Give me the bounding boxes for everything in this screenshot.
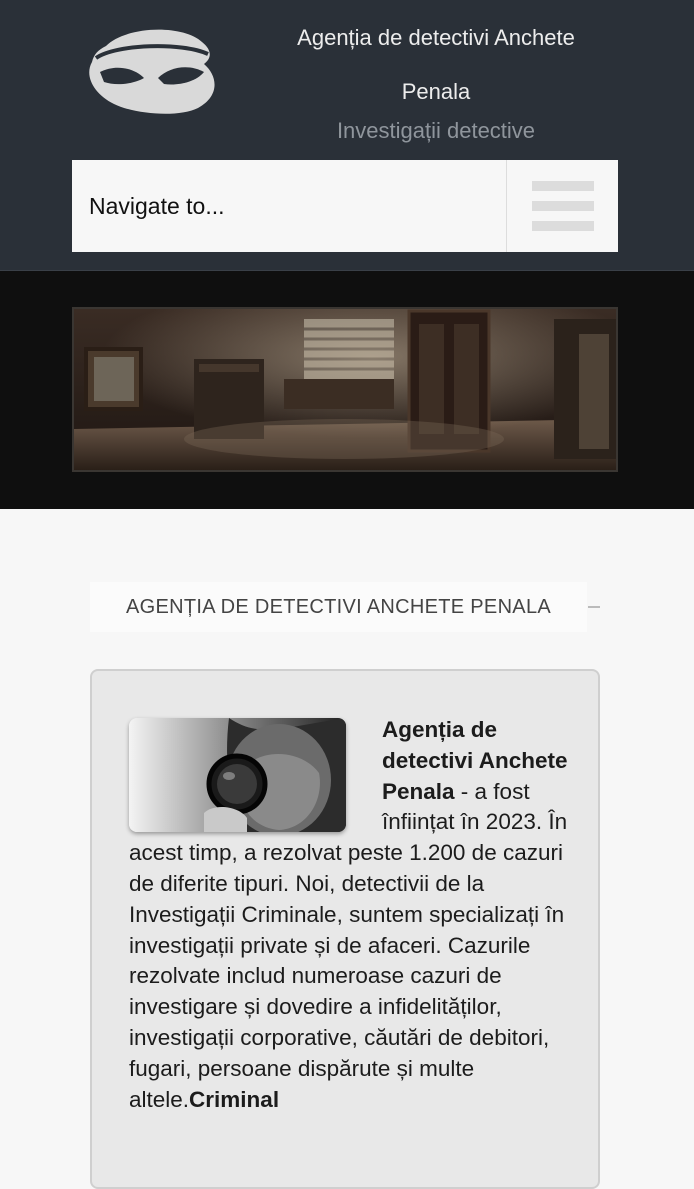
intro-card: Agenția de detectivi Anchete Penala - a … — [90, 669, 600, 1189]
heading-divider — [588, 606, 600, 608]
trailing-bold-text: Criminal — [189, 1086, 280, 1112]
hamburger-menu-icon[interactable] — [507, 160, 618, 252]
site-header: Agenția de detectivi Anchete Penala Inve… — [0, 0, 694, 271]
menu-bar — [531, 201, 594, 211]
mask-logo-icon[interactable] — [86, 24, 220, 116]
menu-bar — [531, 221, 594, 231]
section-heading: AGENȚIA DE DETECTIVI ANCHETE PENALA — [90, 582, 587, 632]
navigate-select[interactable]: Navigate to... — [72, 160, 507, 252]
menu-bar — [531, 181, 594, 191]
intro-text-block: Agenția de detectivi Anchete Penala - a … — [129, 715, 569, 1115]
detective-office-banner-image — [72, 307, 618, 472]
site-tagline: Investigații detective — [336, 118, 536, 143]
banner-section — [0, 271, 694, 509]
site-title[interactable]: Agenția de detectivi Anchete Penala — [270, 11, 602, 119]
office-illustration — [74, 309, 616, 470]
navigation-dropdown[interactable]: Navigate to... — [72, 160, 618, 252]
magnifying-glass-detective-image — [129, 718, 346, 832]
